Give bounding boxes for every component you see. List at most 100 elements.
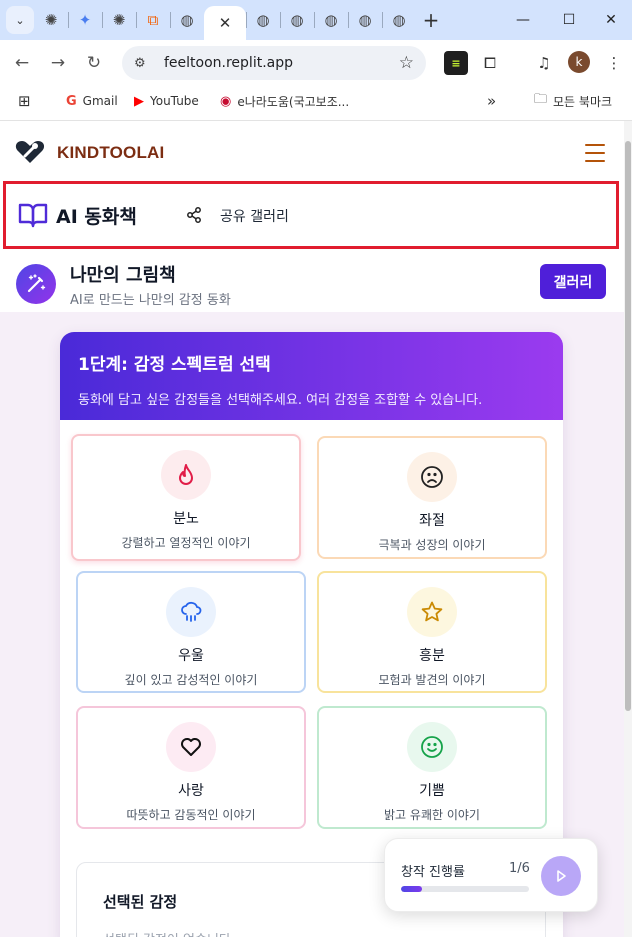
site-info-icon[interactable]: ⚙	[134, 56, 156, 71]
puzzle-icon[interactable]: ⧠	[478, 51, 502, 75]
emotion-desc: 강렬하고 열정적인 이야기	[121, 536, 251, 550]
browser-tab[interactable]: ◍	[280, 0, 314, 40]
emotion-option-excitement[interactable]: 흥분 모험과 발견의 이야기	[317, 571, 547, 693]
media-control-icon[interactable]: ♫	[532, 51, 556, 75]
play-icon	[557, 870, 566, 882]
book-open-icon	[18, 203, 48, 228]
next-step-button[interactable]	[541, 856, 581, 896]
back-button[interactable]: ←	[4, 45, 40, 81]
browser-tab-active[interactable]: ✕	[204, 6, 246, 40]
emotion-desc: 모험과 발견의 이야기	[378, 673, 486, 687]
emotion-option-love[interactable]: 사랑 따뜻하고 감동적인 이야기	[76, 706, 306, 829]
emotion-icon-circle	[407, 452, 457, 502]
emotion-option-frustration[interactable]: 좌절 극복과 성장의 이야기	[317, 436, 547, 559]
globe-icon: ◍	[392, 11, 406, 29]
progress-bar	[401, 886, 529, 892]
bookmark-enaradoum[interactable]: ◉ e나라도움(국고보조...	[220, 86, 349, 116]
new-tab-button[interactable]: +	[416, 0, 446, 40]
reload-icon: ↻	[86, 53, 102, 73]
heart-icon	[181, 738, 201, 756]
emotion-desc: 밝고 유쾌한 이야기	[384, 808, 480, 822]
replit-icon: ⧉	[147, 11, 159, 29]
bookmark-youtube[interactable]: ▶ YouTube	[134, 86, 199, 116]
url-text[interactable]: feeltoon.replit.app	[164, 55, 293, 71]
step-description: 동화에 담고 싶은 감정들을 선택해주세요. 여러 감정을 조합할 수 있습니다…	[78, 393, 483, 408]
emotion-name: 흥분	[419, 648, 445, 664]
emotion-icon-circle	[166, 722, 216, 772]
tab-search-button[interactable]: ⌄	[6, 6, 34, 34]
globe-icon: ◍	[256, 11, 270, 29]
bookmark-gmail[interactable]: G Gmail	[66, 86, 118, 116]
scrollbar-thumb[interactable]	[625, 141, 631, 711]
magic-wand-icon	[16, 264, 56, 304]
chatgpt-icon: ✺	[44, 11, 58, 29]
brand-name[interactable]: KINDTOOLAI	[57, 143, 164, 163]
browser-tab[interactable]: ◍	[348, 0, 382, 40]
browser-tab[interactable]: ✦	[68, 0, 102, 40]
emotion-icon-circle	[407, 587, 457, 637]
browser-tab[interactable]: ✺	[34, 0, 68, 40]
globe-icon: ◍	[180, 11, 194, 29]
emotion-name: 사랑	[178, 783, 204, 799]
selected-emotions-empty: 선택된 감정이 없습니다	[103, 929, 231, 937]
page-subtitle: AI로 만드는 나만의 감정 동화	[70, 293, 231, 308]
maximize-button[interactable]: ☐	[546, 0, 592, 40]
emotion-desc: 따뜻하고 감동적인 이야기	[126, 808, 256, 822]
smile-icon	[421, 736, 443, 758]
more-menu-icon[interactable]: ⋮	[602, 51, 626, 75]
bookmark-label: Gmail	[82, 94, 118, 108]
storybook-title[interactable]: AI 동화책	[56, 202, 137, 229]
share-icon	[187, 207, 201, 223]
reload-button[interactable]: ↻	[76, 45, 112, 81]
apps-icon[interactable]: ⊞	[18, 86, 37, 116]
forward-button[interactable]: →	[40, 45, 76, 81]
korea-emblem-icon: ◉	[220, 93, 232, 109]
avatar[interactable]: k	[568, 51, 590, 73]
all-bookmarks-button[interactable]: 🗀 모든 북마크	[534, 86, 612, 116]
emotion-option-joy[interactable]: 기쁨 밝고 유쾌한 이야기	[317, 706, 547, 829]
emotion-option-anger[interactable]: 분노 강렬하고 열정적인 이야기	[71, 434, 301, 561]
bookmark-label: e나라도움(국고보조...	[237, 94, 350, 109]
scrollbar[interactable]	[624, 121, 632, 937]
all-bookmarks-label: 모든 북마크	[553, 94, 613, 109]
emotion-option-depression[interactable]: 우울 깊이 있고 감성적인 이야기	[76, 571, 306, 693]
progress-count: 1/6	[509, 861, 530, 876]
menu-icon[interactable]	[585, 144, 605, 162]
frown-icon	[421, 466, 443, 488]
step-title: 1단계: 감정 스펙트럼 선택	[78, 355, 271, 375]
browser-tab[interactable]: ◍	[314, 0, 348, 40]
bookmarks-overflow-button[interactable]: »	[487, 86, 496, 116]
globe-icon: ◍	[324, 11, 338, 29]
emotion-desc: 극복과 성장의 이야기	[378, 538, 486, 552]
folder-icon: 🗀	[534, 92, 548, 107]
heart-wrench-logo-icon[interactable]	[14, 139, 46, 165]
page-title: 나만의 그림책	[70, 265, 176, 286]
address-bar[interactable]: ⚙ feeltoon.replit.app ☆	[122, 46, 426, 80]
bookmark-star-icon[interactable]: ☆	[399, 53, 414, 73]
browser-tab[interactable]: ◍	[246, 0, 280, 40]
page-title-bar: 나만의 그림책 AI로 만드는 나만의 감정 동화 갤러리	[0, 252, 624, 312]
gallery-button[interactable]: 갤러리	[540, 264, 606, 299]
flame-icon	[179, 464, 193, 485]
creation-progress-widget: 창작 진행률 1/6	[384, 838, 598, 912]
browser-toolbar: ← → ↻ ⚙ feeltoon.replit.app ☆ ≡ ⧠ ♫ k ⋮	[0, 40, 632, 86]
share-gallery-link[interactable]: 공유 갤러리	[220, 206, 289, 226]
gmail-icon: G	[66, 93, 77, 109]
emotion-name: 좌절	[419, 513, 445, 529]
browser-tab[interactable]: ✺	[102, 0, 136, 40]
browser-tab[interactable]: ⧉	[136, 0, 170, 40]
arrow-left-icon: ←	[14, 53, 30, 73]
browser-tab-strip: ⌄ ✺ ✦ ✺ ⧉ ◍ ✕ ◍ ◍ ◍ ◍ ◍ + — ☐ ✕	[0, 0, 632, 40]
youtube-icon: ▶	[134, 93, 144, 109]
sub-nav: AI 동화책 공유 갤러리	[6, 184, 616, 246]
browser-tab[interactable]: ◍	[170, 0, 204, 40]
close-window-button[interactable]: ✕	[588, 0, 632, 40]
browser-tab[interactable]: ◍	[382, 0, 416, 40]
emotion-icon-circle	[161, 450, 211, 500]
web-page: KINDTOOLAI AI 동화책 공유 갤러리 나만의 그림책 AI로 만드는…	[0, 121, 624, 937]
minimize-button[interactable]: —	[500, 0, 546, 40]
globe-icon: ◍	[290, 11, 304, 29]
close-icon[interactable]: ✕	[219, 14, 232, 32]
extension-icon[interactable]: ≡	[444, 51, 468, 75]
progress-label: 창작 진행률	[401, 865, 465, 880]
